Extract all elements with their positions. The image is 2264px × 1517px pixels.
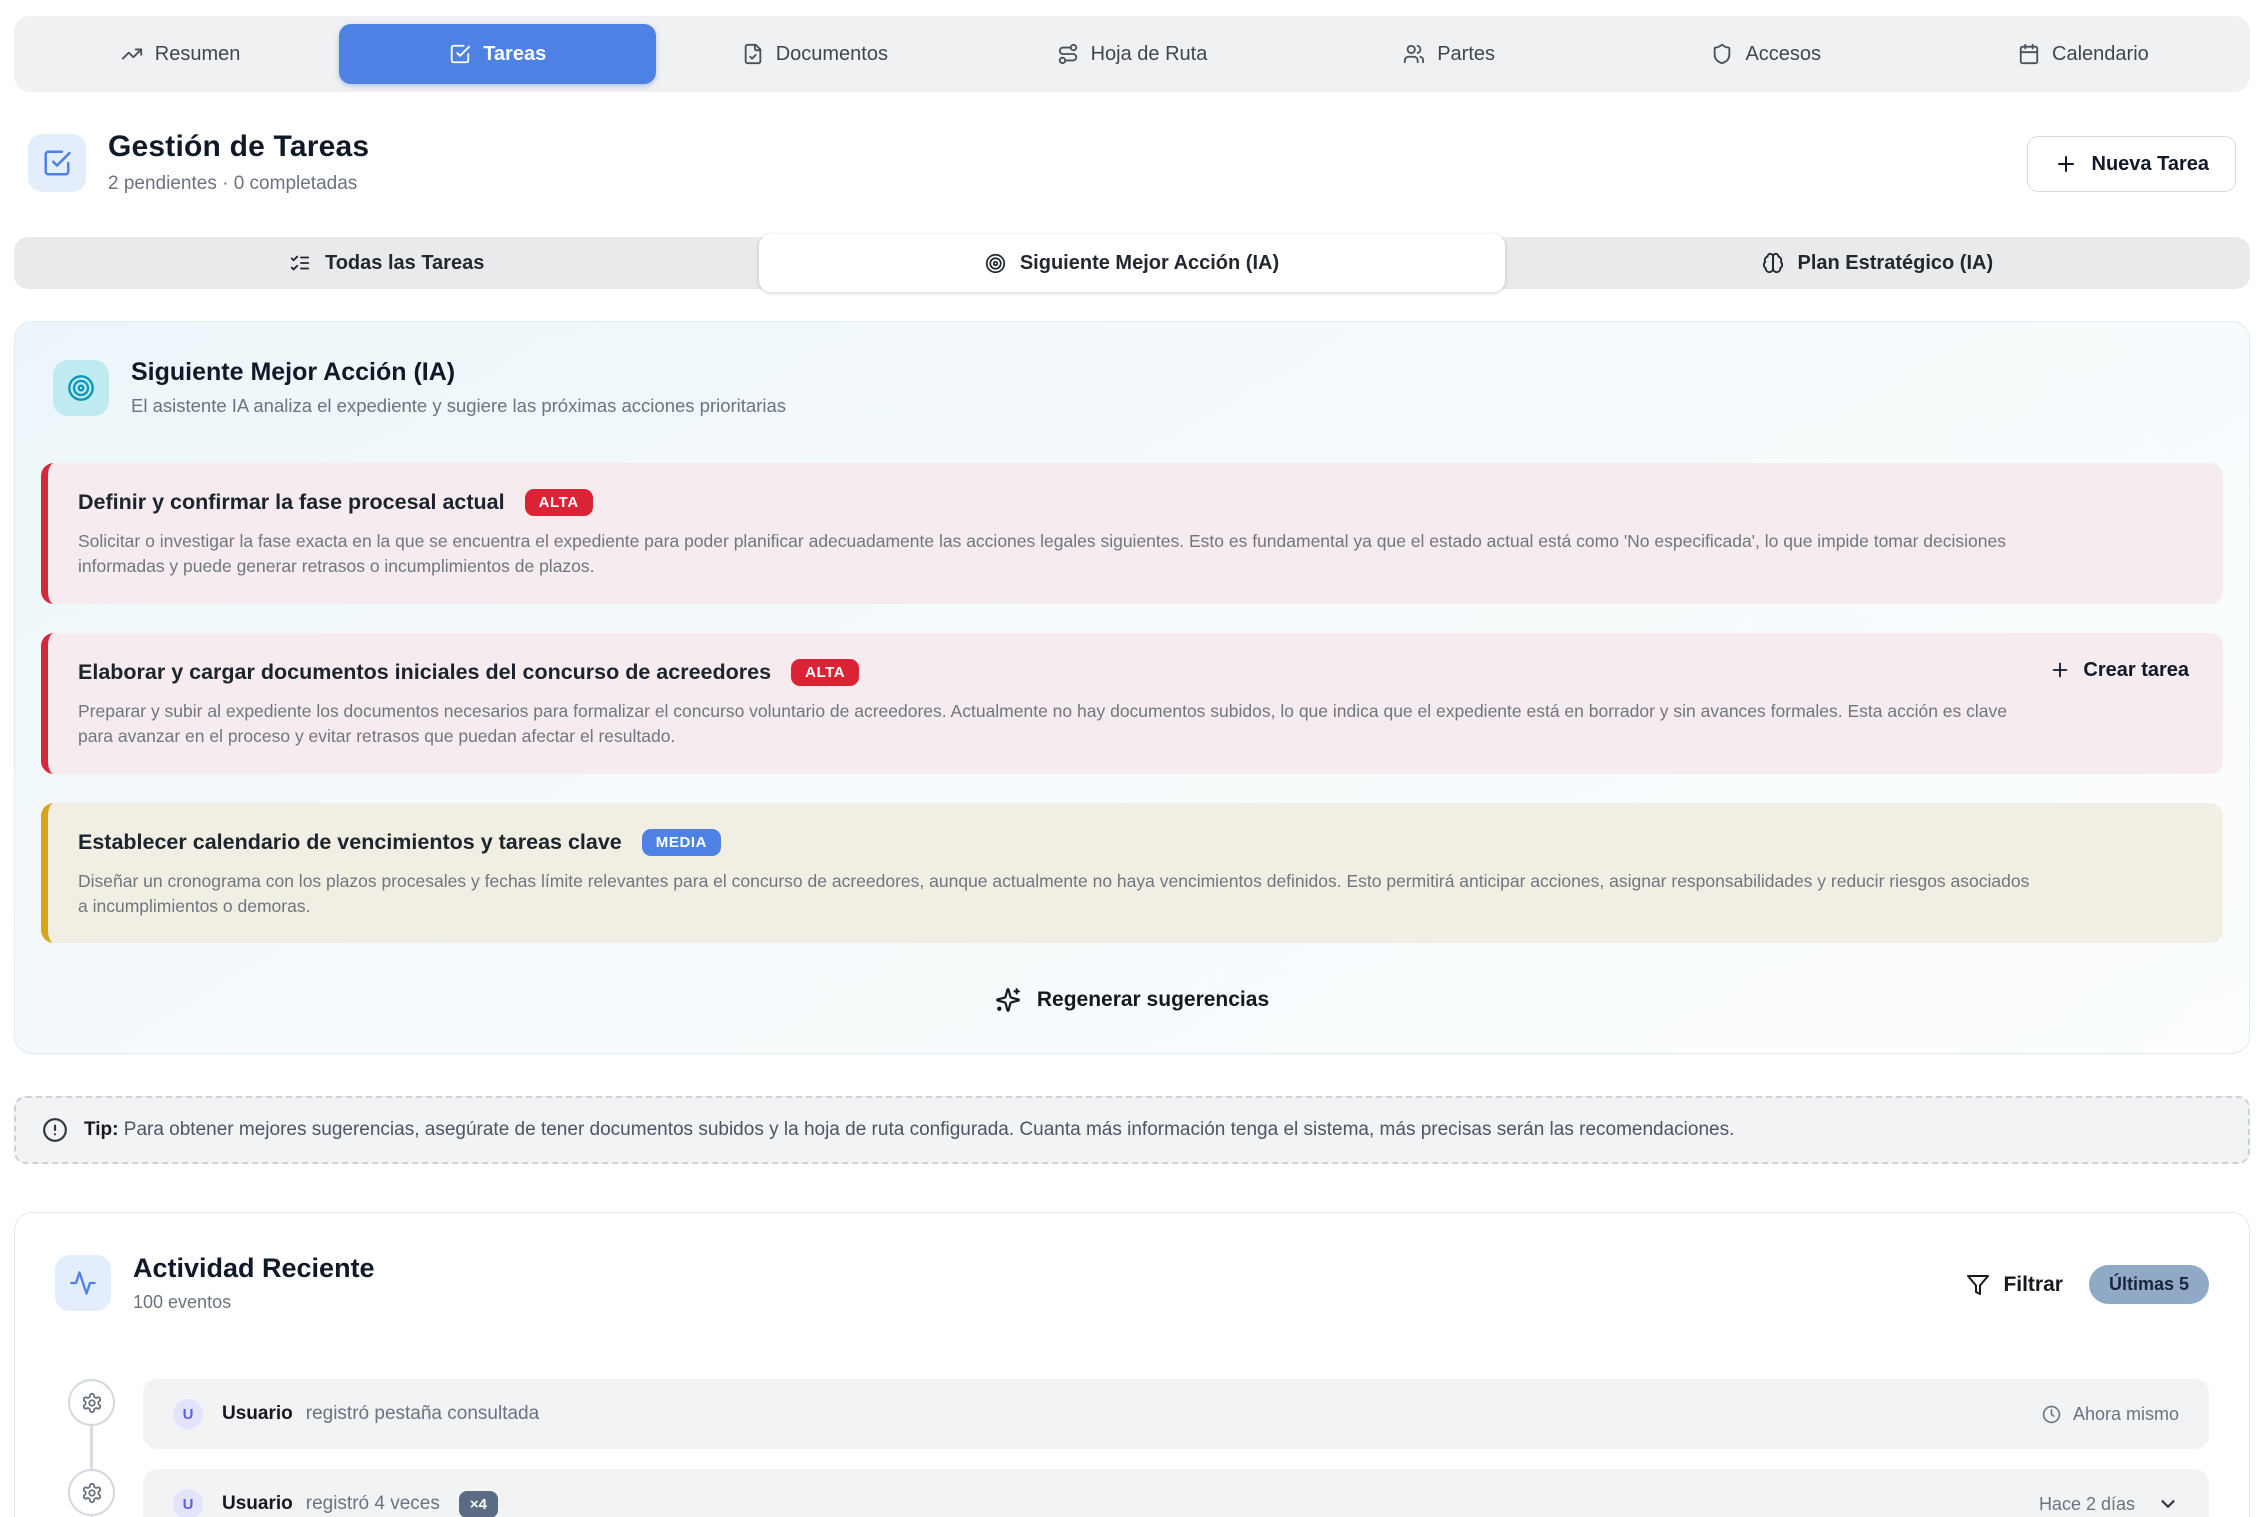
priority-badge: MEDIA [642, 829, 721, 856]
page-header: Gestión de Tareas 2 pendientes · 0 compl… [28, 130, 2236, 195]
ai-suggestions-panel: Siguiente Mejor Acción (IA) El asistente… [14, 321, 2250, 1054]
event-time: Hace 2 días [2039, 1494, 2135, 1515]
plus-icon [2054, 152, 2078, 176]
tip-label: Tip: [84, 1119, 118, 1140]
tip-text: Tip: Para obtener mejores sugerencias, a… [84, 1119, 1734, 1141]
suggestion-card-3: Establecer calendario de vencimientos y … [41, 803, 2223, 944]
create-task-label: Crear tarea [2083, 659, 2189, 682]
ai-panel-title: Siguiente Mejor Acción (IA) [131, 358, 786, 387]
create-task-button[interactable]: Crear tarea [2049, 659, 2189, 682]
new-task-label: Nueva Tarea [2092, 153, 2209, 176]
tab-documentos[interactable]: Documentos [656, 24, 973, 84]
target-icon [985, 253, 1006, 274]
event-actor: Usuario [222, 1493, 293, 1515]
last-5-badge: Últimas 5 [2089, 1265, 2209, 1304]
gear-icon [68, 1379, 115, 1426]
sparkles-icon [995, 987, 1021, 1013]
view-tab-bar: Todas las Tareas Siguiente Mejor Acción … [14, 237, 2250, 289]
tab-label: Calendario [2052, 43, 2149, 66]
view-tab-label: Siguiente Mejor Acción (IA) [1020, 252, 1279, 275]
suggestion-title: Establecer calendario de vencimientos y … [78, 830, 622, 855]
chevron-down-icon[interactable] [2157, 1493, 2179, 1515]
tab-label: Hoja de Ruta [1091, 43, 1208, 66]
tab-accesos[interactable]: Accesos [1608, 24, 1925, 84]
activity-pulse-icon [55, 1255, 111, 1311]
suggestion-description: Diseñar un cronograma con los plazos pro… [78, 869, 2038, 920]
regenerate-label: Regenerar sugerencias [1037, 988, 1269, 1012]
tasks-check-square-icon [28, 134, 86, 192]
tab-label: Documentos [776, 43, 888, 66]
timeline-item: U Usuario registró 4 veces ×4 Hace 2 día… [55, 1469, 2209, 1517]
gear-icon [68, 1469, 115, 1516]
tab-calendario[interactable]: Calendario [1925, 24, 2242, 84]
new-task-button[interactable]: Nueva Tarea [2027, 136, 2236, 192]
suggestion-card-1: Definir y confirmar la fase procesal act… [41, 463, 2223, 604]
avatar: U [173, 1489, 203, 1517]
activity-row[interactable]: U Usuario registró 4 veces ×4 Hace 2 día… [143, 1469, 2209, 1517]
ai-panel-subtitle: El asistente IA analiza el expediente y … [131, 395, 786, 417]
check-square-icon [449, 43, 471, 65]
list-checks-icon [289, 252, 311, 274]
tab-label: Partes [1437, 43, 1495, 66]
tab-todas-las-tareas[interactable]: Todas las Tareas [14, 237, 759, 289]
main-tab-bar: Resumen Tareas Documentos Hoja de Ruta P… [14, 16, 2250, 92]
users-icon [1403, 43, 1425, 65]
tab-resumen[interactable]: Resumen [22, 24, 339, 84]
trending-up-icon [121, 43, 143, 65]
timeline-item: U Usuario registró pestaña consultada Ah… [55, 1379, 2209, 1449]
event-count-badge: ×4 [459, 1491, 498, 1517]
tab-label: Accesos [1745, 43, 1821, 66]
filter-label: Filtrar [2003, 1273, 2063, 1297]
route-icon [1057, 43, 1079, 65]
activity-timeline: U Usuario registró pestaña consultada Ah… [55, 1379, 2209, 1517]
view-tab-label: Todas las Tareas [325, 252, 484, 275]
page-title: Gestión de Tareas [108, 130, 369, 164]
priority-badge: ALTA [525, 489, 593, 516]
plus-icon [2049, 659, 2071, 681]
tip-bar: Tip: Para obtener mejores sugerencias, a… [14, 1096, 2250, 1164]
target-icon [53, 360, 109, 416]
activity-title: Actividad Reciente [133, 1253, 375, 1284]
page-subtitle: 2 pendientes · 0 completadas [108, 173, 369, 195]
shield-icon [1711, 43, 1733, 65]
clock-icon [2042, 1405, 2061, 1424]
suggestion-title: Elaborar y cargar documentos iniciales d… [78, 660, 771, 685]
tasks-page: Resumen Tareas Documentos Hoja de Ruta P… [0, 0, 2264, 1517]
event-action: registró 4 veces [306, 1493, 440, 1515]
view-tab-label: Plan Estratégico (IA) [1798, 252, 1994, 275]
suggestion-description: Preparar y subir al expediente los docum… [78, 699, 2038, 750]
alert-circle-icon [42, 1117, 68, 1143]
event-actor: Usuario [222, 1403, 293, 1425]
activity-row[interactable]: U Usuario registró pestaña consultada Ah… [143, 1379, 2209, 1449]
suggestion-title: Definir y confirmar la fase procesal act… [78, 490, 505, 515]
tab-tareas[interactable]: Tareas [339, 24, 656, 84]
file-check-icon [742, 43, 764, 65]
activity-subtitle: 100 eventos [133, 1292, 375, 1313]
calendar-icon [2018, 43, 2040, 65]
funnel-icon [1966, 1273, 1990, 1297]
suggestion-card-2: Elaborar y cargar documentos iniciales d… [41, 633, 2223, 774]
avatar: U [173, 1399, 203, 1429]
tab-siguiente-mejor-accion[interactable]: Siguiente Mejor Acción (IA) [759, 234, 1504, 292]
tab-hoja-de-ruta[interactable]: Hoja de Ruta [973, 24, 1290, 84]
filter-button[interactable]: Filtrar [1966, 1273, 2063, 1297]
suggestion-description: Solicitar o investigar la fase exacta en… [78, 529, 2038, 580]
regenerate-suggestions-button[interactable]: Regenerar sugerencias [977, 977, 1287, 1023]
recent-activity-card: Actividad Reciente 100 eventos Filtrar Ú… [14, 1212, 2250, 1517]
priority-badge: ALTA [791, 659, 859, 686]
brain-icon [1762, 252, 1784, 274]
event-action: registró pestaña consultada [306, 1403, 539, 1425]
tab-label: Tareas [483, 43, 546, 66]
tab-label: Resumen [155, 43, 241, 66]
event-time: Ahora mismo [2073, 1404, 2179, 1425]
tab-plan-estrategico[interactable]: Plan Estratégico (IA) [1505, 237, 2250, 289]
tab-partes[interactable]: Partes [1291, 24, 1608, 84]
